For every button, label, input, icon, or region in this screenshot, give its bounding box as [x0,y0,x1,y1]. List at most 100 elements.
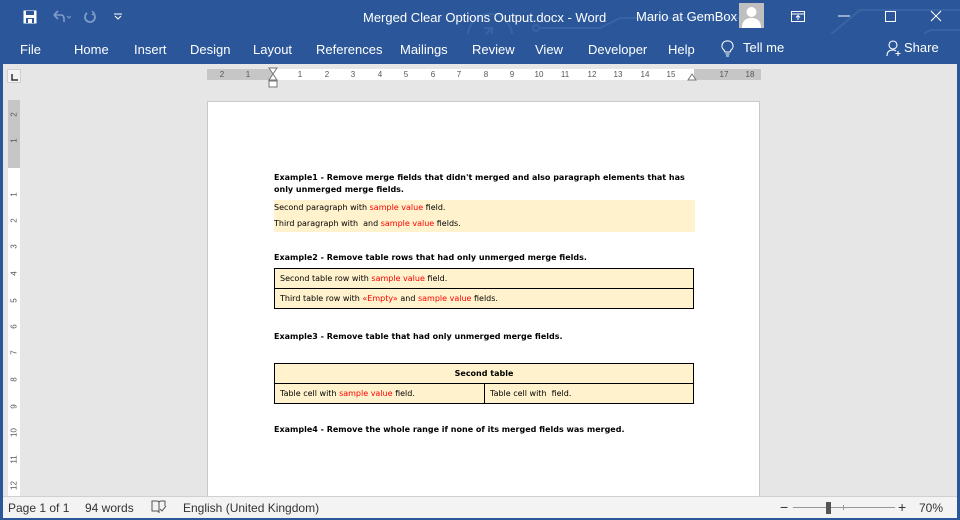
tab-mailings[interactable]: Mailings [400,42,448,57]
ruler-tick: 10 [9,428,19,437]
tab-help[interactable]: Help [668,42,695,57]
zoom-in-button[interactable]: + [898,499,906,515]
document-page[interactable]: Example1 - Remove merge fields that didn… [207,101,760,501]
ruler-tick: 6 [9,324,19,329]
example4-heading: Example4 - Remove the whole range if non… [274,425,625,434]
left-tab-icon [11,74,18,81]
save-button[interactable] [14,0,46,34]
unmerged-field-placeholder: «Empty» [362,294,398,303]
right-indent-marker[interactable] [687,72,697,82]
vertical-ruler[interactable]: 2 1 1 2 3 4 5 6 7 8 9 10 11 12 [8,100,20,496]
customize-qat-button[interactable] [104,0,132,34]
ruler-tick: 18 [745,70,755,79]
undo-icon [53,10,71,22]
tab-review[interactable]: Review [472,42,515,57]
ruler-tick: 5 [9,298,19,303]
close-icon [930,10,942,22]
table-header-cell: Second table [274,363,694,384]
horizontal-ruler[interactable]: 2 1 1 2 3 4 5 6 7 8 9 10 11 12 13 14 15 … [207,69,761,80]
word-count[interactable]: 94 words [85,501,134,515]
text-run: Third table row with [280,294,363,303]
example1-paragraph-3: Third paragraph with and sample value fi… [274,216,695,232]
ruler-tick: 11 [9,455,19,464]
ruler-tick: 3 [9,244,19,249]
undo-button[interactable] [46,0,76,34]
first-line-indent-marker[interactable] [268,67,278,89]
proofing-button[interactable] [151,500,167,517]
example3-table: Second table Table cell with sample valu… [274,363,694,404]
ruler-tick: 17 [719,70,729,79]
redo-icon [84,10,96,23]
example1-highlighted-paragraphs: Second paragraph with sample value field… [274,200,695,232]
user-avatar-icon [742,7,761,28]
tab-developer[interactable]: Developer [588,42,647,57]
example1-paragraph-2: Second paragraph with sample value field… [274,200,695,216]
example3-heading: Example3 - Remove table that had only un… [274,332,563,341]
table-row: Table cell with sample value field. Tabl… [274,383,694,404]
table-row: Second table row with sample value field… [274,268,694,289]
zoom-slider[interactable] [793,507,895,508]
maximize-icon [884,10,896,22]
ruler-tick: 9 [9,404,19,409]
tab-selector-button[interactable] [7,69,21,83]
share-label: Share [904,40,939,55]
tab-view[interactable]: View [535,42,563,57]
tab-references[interactable]: References [316,42,382,57]
proofing-book-icon [151,500,167,514]
zoom-slider-thumb[interactable] [826,502,831,514]
ruler-tick: 4 [9,271,19,276]
tab-home[interactable]: Home [74,42,109,57]
text-run: Second paragraph with [274,203,370,212]
text-run: Second table row with [280,274,372,283]
minimize-button[interactable] [821,0,867,32]
text-run: Table cell with [280,389,340,398]
merge-field-value: sample value [369,203,424,212]
tab-insert[interactable]: Insert [134,42,167,57]
text-run: fields. [471,294,498,303]
lightbulb-icon [721,40,734,57]
tab-design[interactable]: Design [190,42,230,57]
ruler-tick: 8 [9,377,19,382]
ruler-tick: 15 [666,70,676,79]
ruler-tick: 12 [9,481,19,490]
minimize-icon [838,15,850,17]
ribbon-tabs: File Home Insert Design Layout Reference… [0,34,960,64]
page-count[interactable]: Page 1 of 1 [8,501,69,515]
ruler-tick: 6 [430,70,436,79]
language-indicator[interactable]: English (United Kingdom) [183,501,319,515]
redo-button[interactable] [76,0,104,34]
document-title: Merged Clear Options Output.docx - Word [363,10,607,25]
maximize-button[interactable] [867,0,913,32]
example2-table: Second table row with sample value field… [274,268,694,309]
tab-layout[interactable]: Layout [253,42,292,57]
account-name[interactable]: Mario at GemBox [636,9,737,24]
ruler-tick: 1 [9,138,19,143]
zoom-level[interactable]: 70% [919,501,943,515]
ruler-tick: 3 [350,70,356,79]
status-bar: Page 1 of 1 94 words English (United Kin… [3,496,957,518]
tell-me-label: Tell me [743,40,785,55]
table-cell: Second table row with sample value field… [274,268,694,289]
document-body[interactable]: Example1 - Remove merge fields that didn… [274,172,695,436]
title-bar: Merged Clear Options Output.docx - Word … [0,0,960,64]
ruler-tick: 4 [377,70,383,79]
example2-heading: Example2 - Remove table rows that had on… [274,253,587,262]
table-header-row: Second table [274,363,694,384]
close-button[interactable] [913,0,959,32]
zoom-out-button[interactable]: − [780,499,788,515]
text-run: field. [423,203,446,212]
ruler-tick: 1 [245,70,251,79]
ruler-tick: 8 [483,70,489,79]
ruler-tick: 9 [509,70,515,79]
ruler-tick: 2 [219,70,225,79]
ribbon-display-options-button[interactable] [775,0,821,32]
table-cell: Third table row with «Empty» and sample … [274,288,694,309]
quick-access-toolbar [0,0,132,34]
customize-qat-icon [114,13,122,20]
avatar[interactable] [739,3,764,28]
tab-file[interactable]: File [20,42,41,57]
merge-field-value: sample value [371,274,425,283]
share-button[interactable]: Share [886,40,939,57]
tell-me-button[interactable]: Tell me [721,40,784,57]
ruler-tick: 11 [560,70,570,79]
